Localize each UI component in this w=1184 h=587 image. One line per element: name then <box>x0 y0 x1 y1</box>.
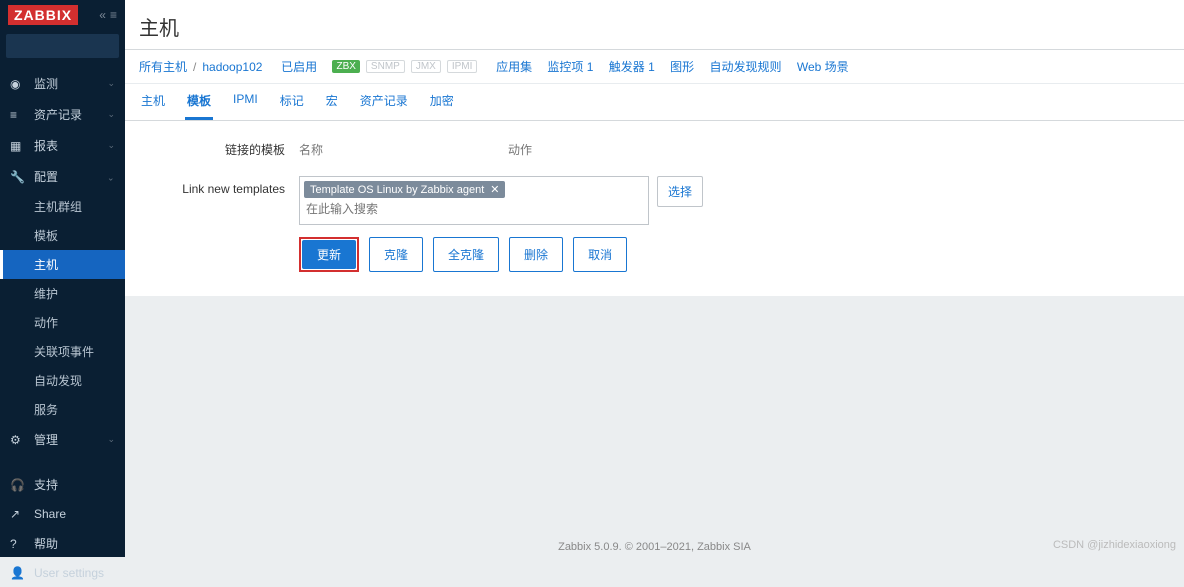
template-search-input[interactable] <box>304 198 644 220</box>
nav-help[interactable]: ? 帮助 <box>0 528 125 559</box>
applications-link[interactable]: 应用集 <box>496 58 532 75</box>
nav-reports[interactable]: ▦ 报表 ⌄ <box>0 130 125 161</box>
snmp-badge: SNMP <box>366 60 405 73</box>
nav-share[interactable]: ↗ Share <box>0 500 125 528</box>
headset-icon: 🎧 <box>10 478 26 492</box>
sub-templates[interactable]: 模板 <box>0 221 125 250</box>
sub-maintenance[interactable]: 维护 <box>0 279 125 308</box>
chevron-down-icon: ⌄ <box>107 78 115 89</box>
sub-services[interactable]: 服务 <box>0 395 125 424</box>
triggers-link[interactable]: 触发器 1 <box>609 58 655 75</box>
watermark: CSDN @jizhidexiaoxiong <box>1053 539 1176 551</box>
sub-hosts[interactable]: 主机 <box>0 250 125 279</box>
nav-label: 配置 <box>34 168 58 185</box>
update-button[interactable]: 更新 <box>302 240 356 269</box>
nav-user-settings[interactable]: 👤 User settings <box>0 559 125 587</box>
tab-encryption[interactable]: 加密 <box>428 84 456 120</box>
chevron-up-icon: ⌃ <box>107 171 115 182</box>
menu-icon[interactable]: ≡ <box>110 8 117 22</box>
nav-label: 支持 <box>34 476 58 493</box>
linked-templates-label: 链接的模板 <box>139 135 299 158</box>
footer: Zabbix 5.0.9. © 2001–2021, Zabbix SIA <box>125 541 1184 553</box>
share-icon: ↗ <box>10 507 26 521</box>
cancel-button[interactable]: 取消 <box>573 237 627 272</box>
nav-label: 管理 <box>34 431 58 448</box>
chevron-down-icon: ⌄ <box>107 434 115 445</box>
separator: / <box>193 60 196 74</box>
user-icon: 👤 <box>10 566 26 580</box>
hostname-link[interactable]: hadoop102 <box>202 60 262 74</box>
selected-template-tag[interactable]: Template OS Linux by Zabbix agent ✕ <box>304 181 505 198</box>
sub-correlation[interactable]: 关联项事件 <box>0 337 125 366</box>
remove-tag-icon[interactable]: ✕ <box>490 183 499 196</box>
nav-support[interactable]: 🎧 支持 <box>0 469 125 500</box>
nav-monitoring[interactable]: ◉ 监测 ⌄ <box>0 68 125 99</box>
report-icon: ▦ <box>10 139 26 153</box>
template-multiselect[interactable]: Template OS Linux by Zabbix agent ✕ <box>299 176 649 225</box>
form-tabs: 主机 模板 IPMI 标记 宏 资产记录 加密 <box>125 84 1184 121</box>
col-name: 名称 <box>299 135 508 164</box>
delete-button[interactable]: 删除 <box>509 237 563 272</box>
nav-configuration[interactable]: 🔧 配置 ⌃ <box>0 161 125 192</box>
sub-hostgroups[interactable]: 主机群组 <box>0 192 125 221</box>
nav-label: 报表 <box>34 137 58 154</box>
jmx-badge: JMX <box>411 60 441 73</box>
zbx-badge: ZBX <box>332 60 359 73</box>
tab-macros[interactable]: 宏 <box>324 84 340 120</box>
select-button[interactable]: 选择 <box>657 176 703 207</box>
tab-ipmi[interactable]: IPMI <box>231 84 260 120</box>
logo-row: ZABBIX « ≡ <box>0 0 125 30</box>
graphs-link[interactable]: 图形 <box>670 58 694 75</box>
nav-label: Share <box>34 507 66 521</box>
wrench-icon: 🔧 <box>10 170 26 184</box>
sub-actions[interactable]: 动作 <box>0 308 125 337</box>
link-new-label: Link new templates <box>139 176 299 196</box>
question-icon: ? <box>10 537 26 551</box>
zabbix-logo[interactable]: ZABBIX <box>8 5 78 25</box>
main-content: 主机 所有主机 / hadoop102 已启用 ZBX SNMP JMX IPM… <box>125 0 1184 557</box>
linked-templates-header: 名称 动作 <box>299 135 717 164</box>
update-highlight: 更新 <box>299 237 359 272</box>
tab-tags[interactable]: 标记 <box>278 84 306 120</box>
tag-text: Template OS Linux by Zabbix agent <box>310 184 484 196</box>
enabled-link[interactable]: 已启用 <box>281 58 317 75</box>
page-title: 主机 <box>125 0 1184 50</box>
col-action: 动作 <box>508 135 717 164</box>
nav-label: User settings <box>34 566 104 580</box>
action-buttons: 更新 克隆 全克隆 删除 取消 <box>299 237 1170 272</box>
sidebar-search[interactable]: 🔍 <box>6 34 119 58</box>
tab-templates[interactable]: 模板 <box>185 84 213 120</box>
web-link[interactable]: Web 场景 <box>797 58 849 75</box>
all-hosts-link[interactable]: 所有主机 <box>139 58 187 75</box>
eye-icon: ◉ <box>10 77 26 91</box>
chevron-down-icon: ⌄ <box>107 109 115 120</box>
items-link[interactable]: 监控项 1 <box>547 58 593 75</box>
nav-label: 帮助 <box>34 535 58 552</box>
nav-label: 监测 <box>34 75 58 92</box>
nav-inventory[interactable]: ≡ 资产记录 ⌄ <box>0 99 125 130</box>
chevron-down-icon: ⌄ <box>107 140 115 151</box>
nav-label: 资产记录 <box>34 106 82 123</box>
discovery-link[interactable]: 自动发现规则 <box>710 58 782 75</box>
gear-icon: ⚙ <box>10 433 26 447</box>
ipmi-badge: IPMI <box>447 60 478 73</box>
collapse-icon[interactable]: « <box>99 8 106 22</box>
nav-administration[interactable]: ⚙ 管理 ⌄ <box>0 424 125 455</box>
clone-button[interactable]: 克隆 <box>369 237 423 272</box>
full-clone-button[interactable]: 全克隆 <box>433 237 499 272</box>
host-nav-bar: 所有主机 / hadoop102 已启用 ZBX SNMP JMX IPMI 应… <box>125 50 1184 84</box>
template-form: 链接的模板 名称 动作 Link new templates Template … <box>125 121 1184 296</box>
sidebar: ZABBIX « ≡ 🔍 ◉监测⌄ ≡资产记录⌄ ▦报表⌄ 🔧配置⌃ 主机群组 … <box>0 0 125 557</box>
sub-discovery[interactable]: 自动发现 <box>0 366 125 395</box>
tab-host[interactable]: 主机 <box>139 84 167 120</box>
list-icon: ≡ <box>10 108 26 122</box>
tab-inventory[interactable]: 资产记录 <box>358 84 410 120</box>
